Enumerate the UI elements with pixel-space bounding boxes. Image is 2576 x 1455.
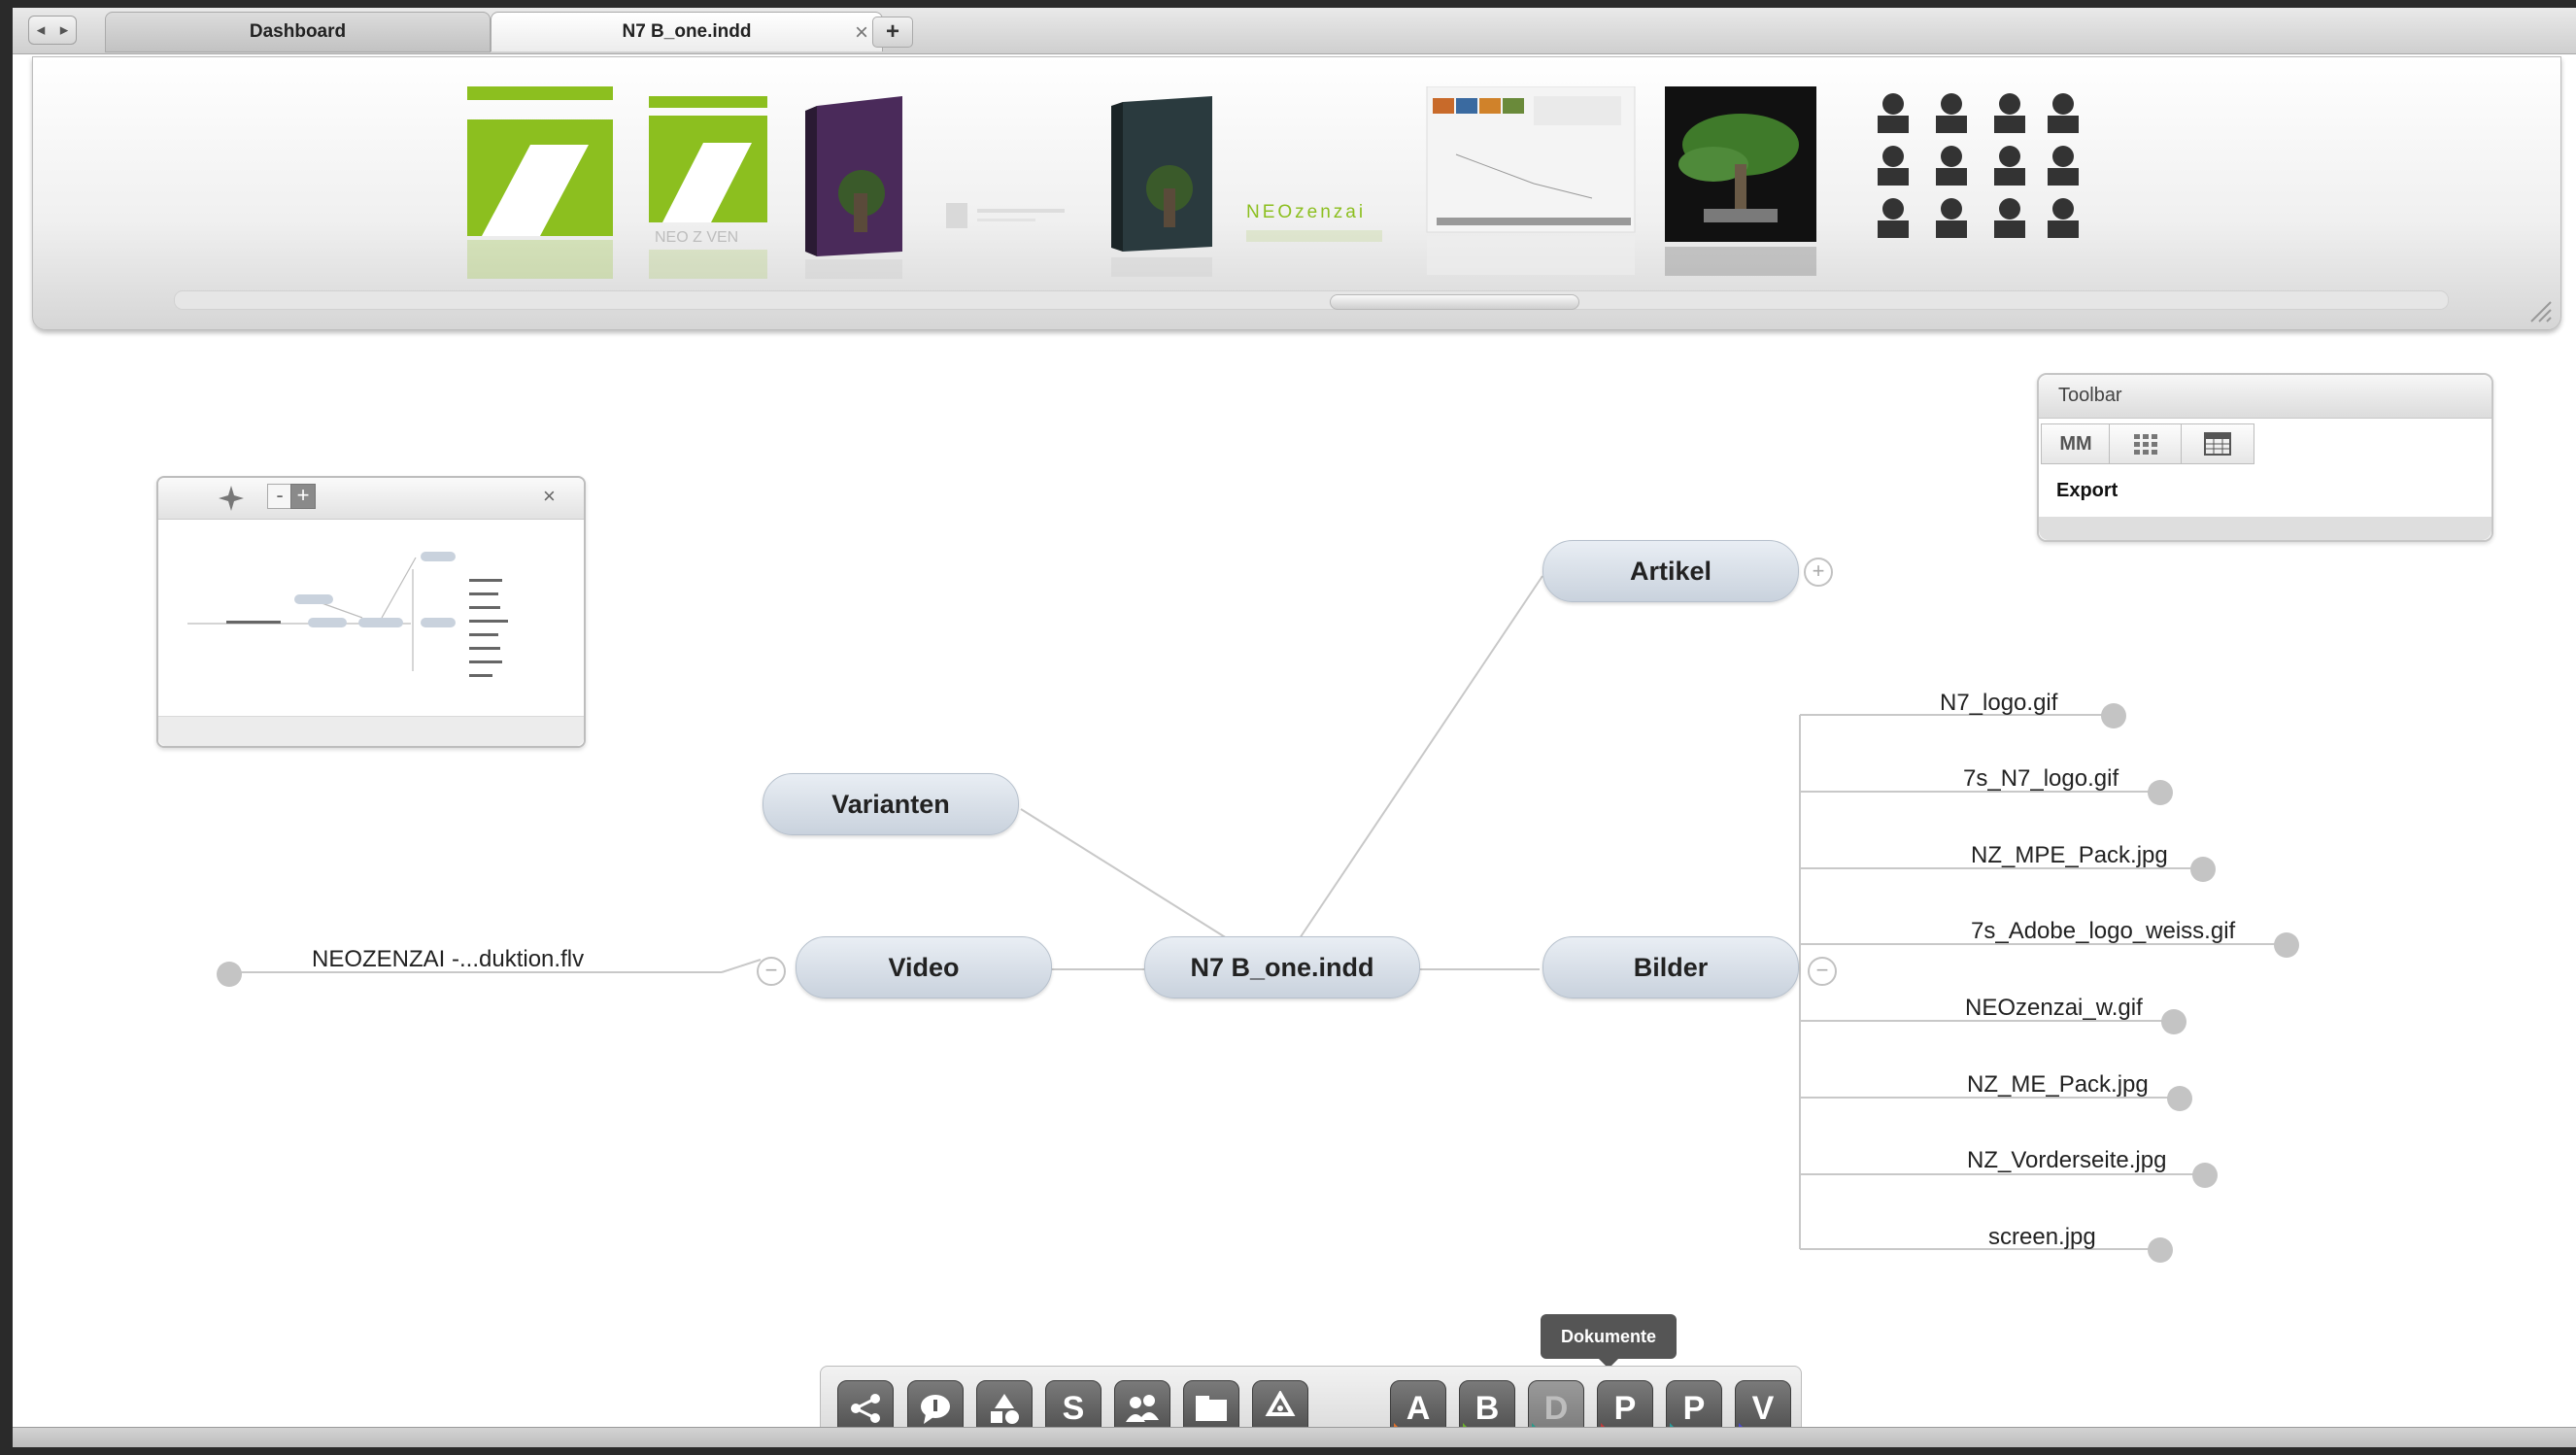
close-overview-icon[interactable]: × [543, 484, 556, 509]
mindmap-view-button[interactable]: MM [2041, 423, 2111, 464]
toolbar-panel: Toolbar MM Export [2037, 373, 2493, 542]
filter-b-label: B [1474, 1389, 1500, 1427]
zoom-out-button[interactable]: - [267, 484, 292, 509]
toolbar-footer [2039, 517, 2491, 540]
leaf-handle-video-file[interactable] [217, 962, 242, 987]
leaf-image[interactable]: 7s_Adobe_logo_weiss.gif [1971, 918, 2235, 945]
users-icon [1126, 1395, 1159, 1422]
node-video[interactable]: Video [796, 936, 1052, 998]
leaf-handle[interactable] [2190, 857, 2216, 882]
leaf-image[interactable]: screen.jpg [1988, 1224, 2096, 1251]
s-icon: S [1062, 1389, 1085, 1427]
filter-p-label: P [1613, 1389, 1637, 1427]
zoom-in-button[interactable]: + [290, 484, 316, 509]
filter-a-label: A [1406, 1389, 1431, 1427]
grid-icon [2134, 434, 2157, 455]
share-icon [851, 1394, 880, 1423]
table-icon [2204, 432, 2231, 456]
leaf-image[interactable]: NZ_Vorderseite.jpg [1967, 1147, 2166, 1174]
leaf-handle[interactable] [2161, 1009, 2186, 1034]
filter-d-label: D [1543, 1389, 1569, 1427]
filter-v-label: V [1751, 1389, 1775, 1427]
node-varianten[interactable]: Varianten [763, 773, 1019, 835]
leaf-image[interactable]: N7_logo.gif [1940, 690, 2057, 717]
expand-artikel-icon[interactable]: + [1804, 558, 1833, 587]
leaf-image[interactable]: NZ_MPE_Pack.jpg [1971, 842, 2168, 869]
leaf-handle[interactable] [2274, 932, 2299, 958]
collapse-video-icon[interactable]: − [757, 957, 786, 986]
recycle-icon [1265, 1391, 1296, 1416]
app-window: ◂ ▸ Dashboard N7 B_one.indd × + NEO Z VE… [13, 8, 2576, 1447]
overview-footer [158, 716, 584, 746]
leaf-image[interactable]: NEOzenzai_w.gif [1965, 995, 2143, 1022]
leaf-image[interactable]: NZ_ME_Pack.jpg [1967, 1071, 2149, 1099]
leaf-handle[interactable] [2101, 703, 2126, 728]
export-link[interactable]: Export [2056, 480, 2118, 502]
info-bubble-icon [921, 1395, 950, 1424]
grid-view-button[interactable] [2109, 423, 2183, 464]
shapes-icon [991, 1394, 1019, 1424]
node-artikel[interactable]: Artikel [1542, 540, 1799, 602]
overview-minimap[interactable] [187, 540, 557, 686]
dock-tooltip: Dokumente [1541, 1314, 1677, 1369]
toolbar-title: Toolbar [2058, 385, 2122, 406]
table-view-button[interactable] [2181, 423, 2254, 464]
overview-panel: - + × [156, 476, 586, 748]
leaf-handle[interactable] [2148, 780, 2173, 805]
filter-p2-label: P [1682, 1389, 1706, 1427]
node-center-document[interactable]: N7 B_one.indd [1144, 936, 1420, 998]
overview-header: - + × [158, 478, 584, 520]
collapse-bilder-icon[interactable]: − [1808, 957, 1837, 986]
leaf-video-file[interactable]: NEOZENZAI -...duktion.flv [312, 946, 584, 973]
leaf-handle[interactable] [2192, 1163, 2218, 1188]
leaf-handle[interactable] [2167, 1086, 2192, 1111]
node-bilder[interactable]: Bilder [1542, 936, 1799, 998]
leaf-handle[interactable] [2148, 1237, 2173, 1263]
folder-icon [1196, 1396, 1227, 1421]
leaf-image[interactable]: 7s_N7_logo.gif [1963, 765, 2118, 793]
status-bar [13, 1427, 2576, 1447]
move-icon[interactable] [219, 486, 244, 511]
